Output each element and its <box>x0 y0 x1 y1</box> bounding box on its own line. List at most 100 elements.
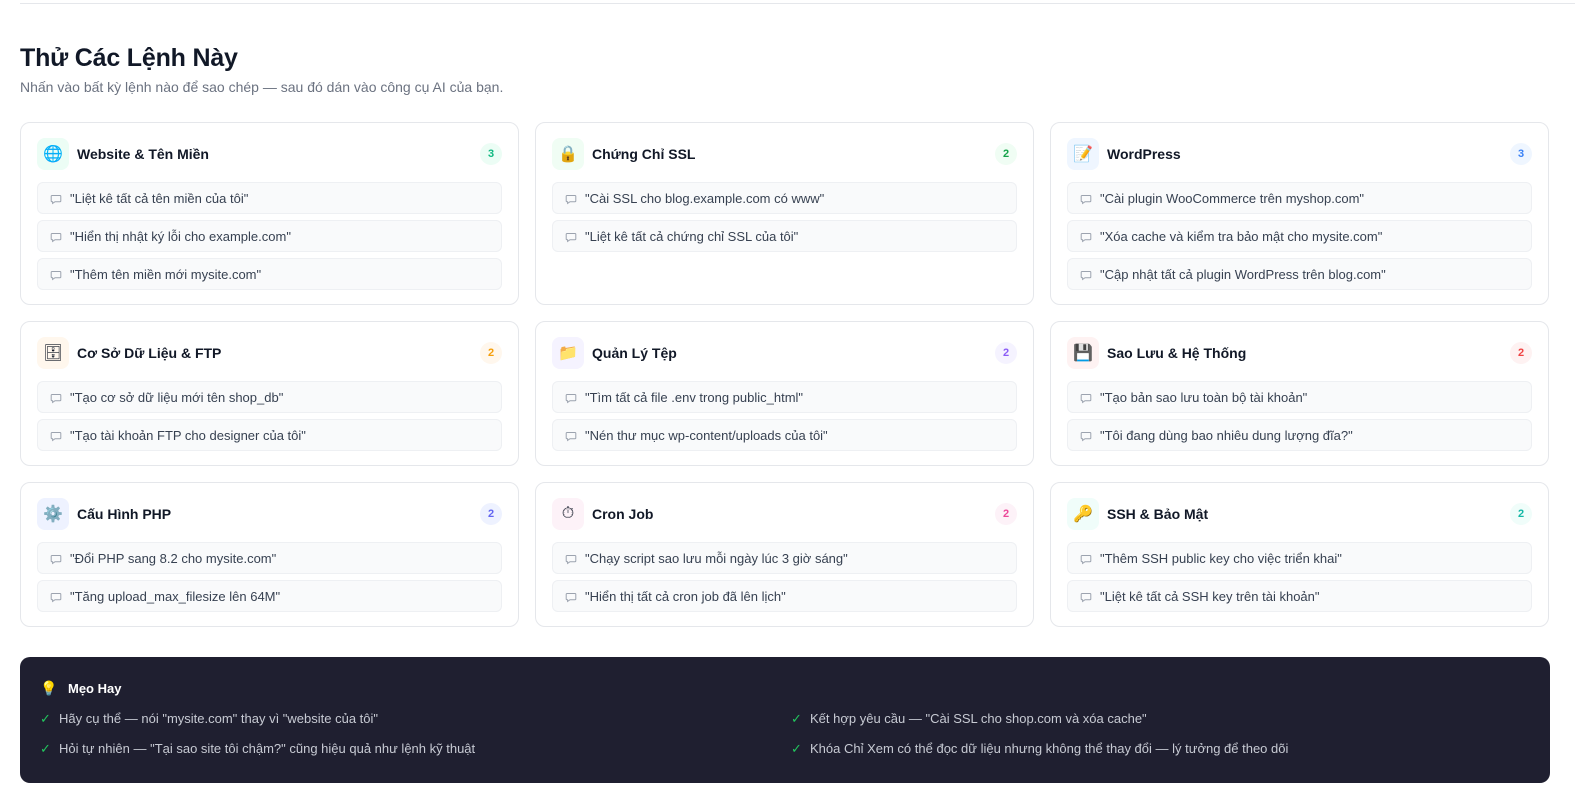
command-text: "Tạo tài khoản FTP cho designer của tôi" <box>70 427 306 443</box>
command-item[interactable]: "Hiển thị nhật ký lỗi cho example.com" <box>37 220 502 252</box>
command-item[interactable]: "Nén thư mục wp-content/uploads của tôi" <box>552 419 1017 451</box>
category-card: 🔒 Chứng Chỉ SSL 2 "Cài SSL cho blog.example… <box>535 122 1034 305</box>
command-text: "Thêm tên miền mới mysite.com" <box>70 266 262 282</box>
command-text: "Cài plugin WooCommerce trên myshop.com" <box>1100 190 1365 206</box>
command-count-badge: 3 <box>1510 143 1532 165</box>
lock-icon: 🔒 <box>552 138 584 170</box>
command-text: "Cập nhật tất cả plugin WordPress trên b… <box>1100 266 1386 282</box>
command-text: "Tìm tất cả file .env trong public_html" <box>585 389 804 405</box>
command-item[interactable]: "Thêm SSH public key cho việc triển khai… <box>1067 542 1532 574</box>
chat-bubble-icon <box>1080 552 1092 565</box>
card-header: ⏱ Cron Job 2 <box>552 498 1017 530</box>
chat-bubble-icon <box>50 230 62 243</box>
checkmark-icon: ✓ <box>40 740 51 756</box>
command-count-badge: 2 <box>1510 503 1532 525</box>
category-title: Website & Tên Miền <box>77 146 209 162</box>
command-item[interactable]: "Tôi đang dùng bao nhiêu dung lượng đĩa?… <box>1067 419 1532 451</box>
folder-icon: 📁 <box>552 337 584 369</box>
chat-bubble-icon <box>50 552 62 565</box>
card-header: 💾 Sao Lưu & Hệ Thống 2 <box>1067 337 1532 369</box>
command-list: "Tạo bản sao lưu toàn bộ tài khoản" "Tôi … <box>1067 381 1532 451</box>
command-item[interactable]: "Đổi PHP sang 8.2 cho mysite.com" <box>37 542 502 574</box>
category-card: ⏱ Cron Job 2 "Chạy script sao lưu mỗi ngày … <box>535 482 1034 627</box>
command-list: "Thêm SSH public key cho việc triển khai… <box>1067 542 1532 612</box>
chat-bubble-icon <box>50 590 62 603</box>
command-item[interactable]: "Tạo cơ sở dữ liệu mới tên shop_db" <box>37 381 502 413</box>
tip-item: ✓ Hãy cụ thể — nói "mysite.com" thay vì … <box>40 709 791 728</box>
command-list: "Tạo cơ sở dữ liệu mới tên shop_db" "Tạo … <box>37 381 502 451</box>
chat-bubble-icon <box>565 391 577 404</box>
category-card: ⚙️ Cấu Hình PHP 2 "Đổi PHP sang 8.2 cho mys… <box>20 482 519 627</box>
command-item[interactable]: "Cài plugin WooCommerce trên myshop.com" <box>1067 182 1532 214</box>
category-card: 💾 Sao Lưu & Hệ Thống 2 "Tạo bản sao lưu toà… <box>1050 321 1549 466</box>
chat-bubble-icon <box>50 391 62 404</box>
command-item[interactable]: "Tăng upload_max_filesize lên 64M" <box>37 580 502 612</box>
command-list: "Chạy script sao lưu mỗi ngày lúc 3 giờ … <box>552 542 1017 612</box>
chat-bubble-icon <box>1080 268 1092 281</box>
category-title: SSH & Bảo Mật <box>1107 506 1209 522</box>
command-text: "Hiển thị tất cả cron job đã lên lịch" <box>585 588 786 604</box>
command-text: "Tôi đang dùng bao nhiêu dung lượng đĩa?… <box>1100 427 1353 443</box>
database-icon: 🗄 <box>37 337 69 369</box>
command-list: "Đổi PHP sang 8.2 cho mysite.com" "Tăng u… <box>37 542 502 612</box>
chat-bubble-icon <box>1080 230 1092 243</box>
category-title: Chứng Chỉ SSL <box>592 146 696 162</box>
command-text: "Thêm SSH public key cho việc triển khai… <box>1100 550 1342 566</box>
card-header: 🗄 Cơ Sở Dữ Liệu & FTP 2 <box>37 337 502 369</box>
command-item[interactable]: "Liệt kê tất cả tên miền của tôi" <box>37 182 502 214</box>
command-count-badge: 2 <box>995 503 1017 525</box>
chat-bubble-icon <box>50 268 62 281</box>
category-card: 🔑 SSH & Bảo Mật 2 "Thêm SSH public key cho … <box>1050 482 1549 627</box>
page-subtitle: Nhấn vào bất kỳ lệnh nào để sao chép — s… <box>20 79 504 95</box>
command-list: "Liệt kê tất cả tên miền của tôi" "Hiển t… <box>37 182 502 290</box>
command-item[interactable]: "Liệt kê tất cả chứng chỉ SSL của tôi" <box>552 220 1017 252</box>
card-header: 🔑 SSH & Bảo Mật 2 <box>1067 498 1532 530</box>
category-card: 📝 WordPress 3 "Cài plugin WooCommerce trên … <box>1050 122 1549 305</box>
command-item[interactable]: "Hiển thị tất cả cron job đã lên lịch" <box>552 580 1017 612</box>
command-count-badge: 2 <box>480 342 502 364</box>
card-header: 🌐 Website & Tên Miền 3 <box>37 138 502 170</box>
checkmark-icon: ✓ <box>40 710 51 726</box>
command-item[interactable]: "Xóa cache và kiểm tra bảo mật cho mysit… <box>1067 220 1532 252</box>
command-item[interactable]: "Cập nhật tất cả plugin WordPress trên b… <box>1067 258 1532 290</box>
category-title: Cơ Sở Dữ Liệu & FTP <box>77 345 222 361</box>
command-item[interactable]: "Tìm tất cả file .env trong public_html" <box>552 381 1017 413</box>
command-text: "Liệt kê tất cả tên miền của tôi" <box>70 190 249 206</box>
card-header: 📁 Quản Lý Tệp 2 <box>552 337 1017 369</box>
command-count-badge: 2 <box>995 342 1017 364</box>
category-card: 📁 Quản Lý Tệp 2 "Tìm tất cả file .env trong… <box>535 321 1034 466</box>
card-header: ⚙️ Cấu Hình PHP 2 <box>37 498 502 530</box>
tip-text: Khóa Chỉ Xem có thể đọc dữ liệu nhưng kh… <box>810 741 1289 756</box>
chat-bubble-icon <box>1080 429 1092 442</box>
card-header: 📝 WordPress 3 <box>1067 138 1532 170</box>
command-count-badge: 2 <box>1510 342 1532 364</box>
floppy-disk-icon: 💾 <box>1067 337 1099 369</box>
command-item[interactable]: "Liệt kê tất cả SSH key trên tài khoản" <box>1067 580 1532 612</box>
command-text: "Đổi PHP sang 8.2 cho mysite.com" <box>70 550 277 566</box>
command-item[interactable]: "Cài SSL cho blog.example.com có www" <box>552 182 1017 214</box>
command-item[interactable]: "Chạy script sao lưu mỗi ngày lúc 3 giờ … <box>552 542 1017 574</box>
chat-bubble-icon <box>1080 391 1092 404</box>
command-item[interactable]: "Thêm tên miền mới mysite.com" <box>37 258 502 290</box>
command-text: "Chạy script sao lưu mỗi ngày lúc 3 giờ … <box>585 550 848 566</box>
command-text: "Liệt kê tất cả SSH key trên tài khoản" <box>1100 588 1320 604</box>
stopwatch-icon: ⏱ <box>552 498 584 530</box>
category-title: Quản Lý Tệp <box>592 345 677 361</box>
tips-title: Mẹo Hay <box>68 680 122 696</box>
tip-text: Hỏi tự nhiên — "Tại sao site tôi chậm?" … <box>59 741 476 756</box>
checkmark-icon: ✓ <box>791 710 802 726</box>
command-list: "Cài plugin WooCommerce trên myshop.com"… <box>1067 182 1532 290</box>
tips-panel: 💡 Mẹo Hay ✓ Hãy cụ thể — nói "mysite.com… <box>20 657 1550 783</box>
command-item[interactable]: "Tạo tài khoản FTP cho designer của tôi" <box>37 419 502 451</box>
command-text: "Tạo bản sao lưu toàn bộ tài khoản" <box>1100 389 1308 405</box>
lightbulb-icon: 💡 <box>40 679 58 696</box>
category-card: 🗄 Cơ Sở Dữ Liệu & FTP 2 "Tạo cơ sở dữ liệu … <box>20 321 519 466</box>
command-text: "Tăng upload_max_filesize lên 64M" <box>70 588 281 604</box>
chat-bubble-icon <box>50 429 62 442</box>
command-text: "Hiển thị nhật ký lỗi cho example.com" <box>70 228 291 244</box>
command-text: "Tạo cơ sở dữ liệu mới tên shop_db" <box>70 389 284 405</box>
gear-icon: ⚙️ <box>37 498 69 530</box>
command-count-badge: 3 <box>480 143 502 165</box>
command-text: "Nén thư mục wp-content/uploads của tôi" <box>585 427 828 443</box>
command-item[interactable]: "Tạo bản sao lưu toàn bộ tài khoản" <box>1067 381 1532 413</box>
